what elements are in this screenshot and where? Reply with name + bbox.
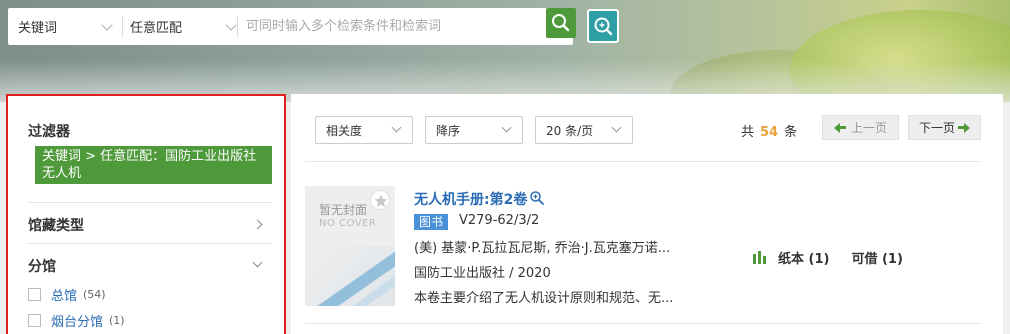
total-number: 54 [760, 125, 779, 140]
search-icon [552, 14, 570, 32]
advanced-search-button[interactable] [587, 9, 619, 43]
chevron-down-icon [391, 122, 402, 133]
chevron-down-icon [225, 19, 237, 31]
header-banner: 关键词 任意匹配 [0, 0, 1010, 102]
cover-placeholder-text-en: NO COVER [319, 218, 377, 229]
holdings-loan[interactable]: 可借 (1) [851, 248, 902, 267]
order-select[interactable]: 降序 [425, 116, 523, 144]
sort-by-value: 相关度 [326, 123, 363, 138]
collection-type-section[interactable]: 馆藏类型 [28, 215, 84, 235]
branch-item[interactable]: 烟台分馆 (1) [28, 311, 125, 330]
page-size-select[interactable]: 20 条/页 [535, 116, 633, 144]
summary: 本卷主要介绍了无人机设计原则和规范、无... [414, 291, 674, 306]
arrow-right-icon [964, 122, 970, 133]
publisher: 国防工业出版社 / 2020 [414, 266, 551, 281]
filter-panel: 过滤器 关键词 > 任意匹配：国防工业出版社无人机 馆藏类型 分馆 总馆 (54… [6, 94, 286, 334]
holdings-print[interactable]: 纸本 (1) [778, 248, 829, 267]
prev-page-button[interactable]: 上一页 [822, 115, 899, 140]
branch-section[interactable]: 分馆 [28, 256, 56, 276]
branch-name[interactable]: 烟台分馆 [51, 311, 103, 330]
favorite-button[interactable] [370, 190, 390, 210]
match-select-value: 任意匹配 [130, 21, 183, 36]
search-button[interactable] [546, 8, 576, 38]
holdings-info: 纸本 (1) 可借 (1) [753, 248, 903, 267]
zoom-in-icon[interactable] [529, 190, 545, 206]
filter-title: 过滤器 [28, 124, 70, 140]
branch-count: (1) [109, 313, 125, 327]
search-box: 关键词 任意匹配 [8, 8, 576, 45]
total-count: 共 54 条 [741, 125, 798, 140]
star-icon [374, 194, 388, 207]
sort-by-select[interactable]: 相关度 [315, 116, 413, 144]
call-number: V279-62/3/2 [459, 213, 540, 228]
active-filter-chip[interactable]: 关键词 > 任意匹配：国防工业出版社无人机 [35, 146, 272, 184]
result-title-link[interactable]: 无人机手册:第2卷 [414, 189, 527, 209]
branch-checkbox[interactable] [28, 313, 41, 327]
search-input[interactable] [246, 12, 541, 41]
field-select-value: 关键词 [18, 21, 58, 36]
book-cover[interactable]: 暂无封面 NO COVER [305, 186, 395, 306]
branch-checkbox[interactable] [28, 287, 41, 301]
chevron-down-icon [101, 19, 113, 31]
match-select[interactable]: 任意匹配 [130, 8, 245, 45]
chevron-down-icon [611, 122, 622, 133]
page-size-value: 20 条/页 [546, 123, 594, 138]
order-value: 降序 [436, 123, 461, 138]
holdings-icon [753, 251, 768, 264]
field-select[interactable]: 关键词 [18, 8, 121, 45]
chevron-down-icon[interactable] [252, 257, 263, 268]
branch-count: (54) [83, 287, 106, 301]
chevron-down-icon [501, 122, 512, 133]
chevron-right-icon[interactable] [252, 219, 263, 230]
authors: (美) 基蒙·P.瓦拉瓦尼斯, 乔治·J.瓦克塞万诺... [414, 241, 671, 256]
cover-placeholder-text: 暂无封面 [319, 203, 368, 217]
advanced-search-icon [594, 17, 613, 36]
branch-item[interactable]: 总馆 (54) [28, 285, 106, 304]
results-panel: 相关度 降序 20 条/页 共 54 条 上一页 下一页 暂无封面 NO COVER… [291, 94, 1003, 334]
item-type-badge: 图书 [414, 214, 449, 230]
next-page-button[interactable]: 下一页 [908, 115, 981, 140]
branch-name[interactable]: 总馆 [51, 285, 77, 304]
